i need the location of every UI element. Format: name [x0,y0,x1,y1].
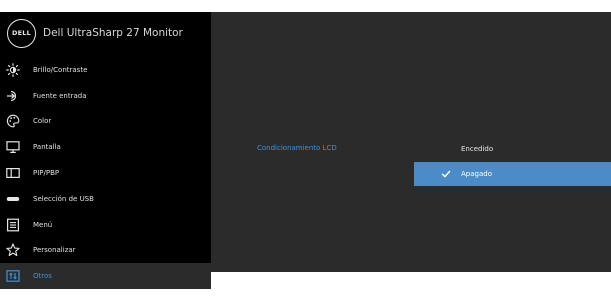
menu-item-others[interactable]: Otros [0,263,211,290]
menu-item-label: Selección de USB [33,194,94,203]
input-source-icon [6,89,20,103]
checkmark-icon [439,169,453,179]
star-icon [6,243,20,257]
menu-item-label: Color [33,117,52,126]
menu-item-input-source[interactable]: Fuente entrada [0,83,211,109]
menu-item-usb-selection[interactable]: Selección de USB [0,186,211,212]
option-on[interactable]: Encedido [414,137,611,161]
osd-header: DELL Dell UltraSharp 27 Monitor [0,12,211,54]
pip-pbp-icon [6,166,20,180]
monitor-model-title: Dell UltraSharp 27 Monitor [43,27,183,39]
menu-item-display[interactable]: Pantalla [0,134,211,160]
dell-logo: DELL [7,18,36,48]
menu-item-brightness-contrast[interactable]: Brillo/Contraste [0,57,211,83]
menu-item-label: PIP/PBP [33,169,60,178]
display-icon [6,140,20,154]
main-menu: Brillo/Contraste Fuente entrada Color Pa… [0,57,211,290]
menu-item-menu[interactable]: Menú [0,212,211,238]
option-label: Apagado [461,170,492,178]
others-icon [6,269,20,283]
monitor-osd: DELL Dell UltraSharp 27 Monitor Brillo/C… [0,12,611,290]
usb-icon [6,192,20,206]
menu-icon [6,218,20,232]
menu-item-personalize[interactable]: Personalizar [0,238,211,264]
menu-item-label: Pantalla [33,143,61,152]
menu-item-label: Menú [33,220,53,229]
menu-item-pip-pbp[interactable]: PIP/PBP [0,160,211,186]
color-palette-icon [6,114,20,128]
option-label: Encedido [461,145,494,153]
menu-item-color[interactable]: Color [0,109,211,135]
menu-item-label: Brillo/Contraste [33,65,88,74]
lcd-conditioning-label: Condicionamiento LCD [257,144,337,152]
menu-item-label: Otros [33,272,52,281]
option-off[interactable]: Apagado [414,162,611,186]
brightness-icon [6,63,20,77]
sidebar: DELL Dell UltraSharp 27 Monitor Brillo/C… [0,12,211,290]
menu-item-label: Fuente entrada [33,91,87,100]
menu-item-label: Personalizar [33,246,76,255]
